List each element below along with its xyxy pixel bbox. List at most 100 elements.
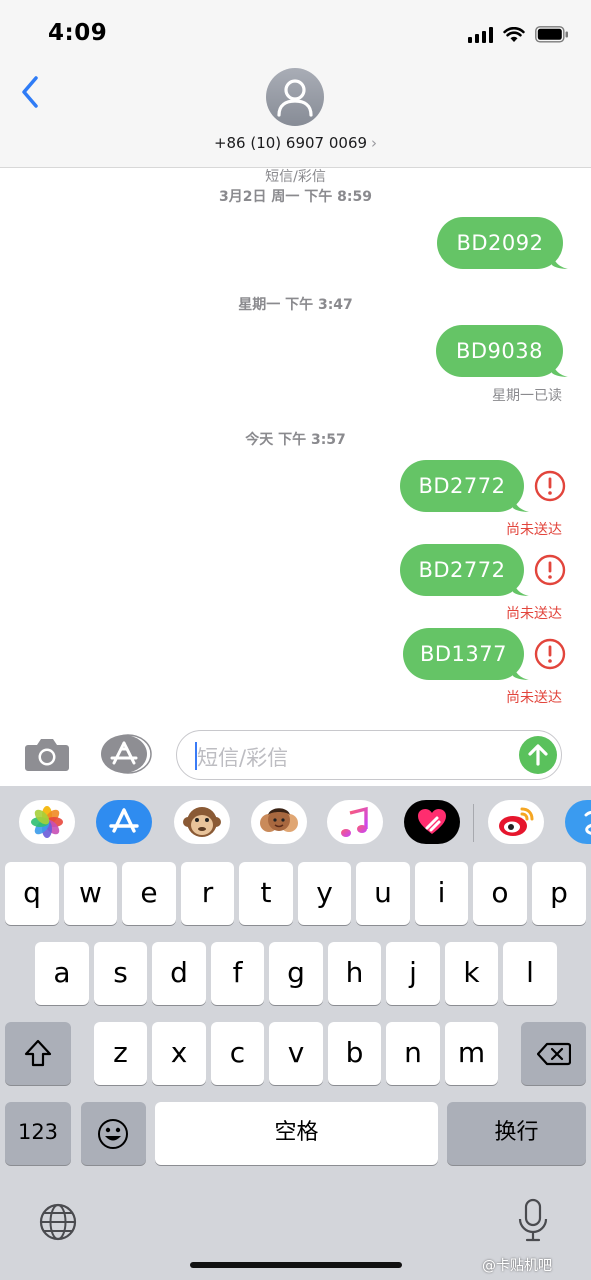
key-j[interactable]: j (386, 942, 440, 1005)
status-time: 4:09 (48, 20, 108, 46)
weibo-app-button[interactable] (488, 800, 544, 844)
appstore-app-icon (109, 808, 139, 833)
error-alert-icon[interactable] (534, 554, 566, 586)
key-g[interactable]: g (269, 942, 323, 1005)
message-input[interactable]: 短信/彩信 (176, 730, 562, 780)
message-bubble[interactable]: BD2772 (400, 544, 524, 596)
status-bar: 4:09 (0, 0, 591, 64)
compose-bar: 短信/彩信 (0, 720, 591, 786)
key-o[interactable]: o (473, 862, 527, 925)
appstore-icon (101, 734, 152, 774)
contact-name-button[interactable]: +86 (10) 6907 0069 › (0, 134, 591, 152)
dictation-button[interactable] (516, 1198, 550, 1244)
partial-app-icon (584, 811, 591, 835)
back-button[interactable] (14, 72, 46, 112)
memoji-button[interactable] (251, 800, 307, 844)
contact-number: +86 (10) 6907 0069 (213, 134, 368, 152)
camera-icon (25, 739, 69, 771)
key-c[interactable]: c (211, 1022, 264, 1085)
key-d[interactable]: d (152, 942, 206, 1005)
bubble-tail (513, 496, 529, 512)
key-e[interactable]: e (122, 862, 176, 925)
emoji-key[interactable] (81, 1102, 146, 1165)
error-alert-icon[interactable] (534, 470, 566, 502)
key-n[interactable]: n (386, 1022, 440, 1085)
key-x[interactable]: x (152, 1022, 206, 1085)
return-key[interactable]: 换行 (447, 1102, 586, 1165)
contact-avatar[interactable] (266, 68, 324, 126)
key-y[interactable]: y (298, 862, 351, 925)
photos-app-button[interactable] (19, 800, 75, 844)
send-arrow-icon (528, 744, 548, 766)
message-bubble[interactable]: BD2772 (400, 460, 524, 512)
appstore-app-button[interactable] (96, 800, 152, 844)
bubble-tail (552, 253, 568, 269)
microphone-icon (518, 1198, 548, 1242)
key-v[interactable]: v (269, 1022, 323, 1085)
battery-icon (535, 26, 568, 43)
bubble-tail (513, 580, 529, 596)
photos-app-icon (31, 806, 63, 838)
key-z[interactable]: z (94, 1022, 147, 1085)
globe-button[interactable] (38, 1202, 78, 1242)
key-i[interactable]: i (415, 862, 468, 925)
status-icons (468, 26, 569, 43)
message-bubble[interactable]: BD2092 (437, 217, 563, 269)
key-t[interactable]: t (239, 862, 293, 925)
key-p[interactable]: p (532, 862, 586, 925)
key-m[interactable]: m (445, 1022, 498, 1085)
avatar-person-icon (277, 79, 313, 117)
key-l[interactable]: l (503, 942, 557, 1005)
space-key[interactable]: 空格 (155, 1102, 438, 1165)
key-r[interactable]: r (181, 862, 234, 925)
key-q[interactable]: q (5, 862, 59, 925)
message-bubble[interactable]: BD1377 (403, 628, 524, 680)
timestamp: 今天 下午 3:57 (245, 432, 346, 448)
digital-touch-icon (418, 809, 446, 834)
animoji-monkey-icon (183, 807, 221, 837)
backspace-key[interactable] (521, 1022, 586, 1085)
numbers-key[interactable]: 123 (5, 1102, 71, 1165)
memoji-icon (260, 808, 298, 832)
read-receipt: 星期一已读 (492, 388, 562, 404)
animoji-button[interactable] (174, 800, 230, 844)
cellular-signal-icon (468, 26, 493, 43)
error-alert-icon[interactable] (534, 638, 566, 670)
shift-key[interactable] (5, 1022, 71, 1085)
music-app-button[interactable] (327, 800, 383, 844)
bubble-tail (552, 361, 568, 377)
timestamp: 3月2日 周一 下午 8:59 (219, 189, 372, 205)
watermark-text: @卡贴机吧 (482, 1258, 552, 1274)
send-button[interactable] (519, 736, 557, 774)
globe-icon (39, 1203, 77, 1241)
timestamp: 星期一 下午 3:47 (238, 297, 353, 313)
emoji-icon (98, 1119, 128, 1149)
back-chevron-icon (22, 76, 38, 108)
key-f[interactable]: f (211, 942, 264, 1005)
app-drawer (0, 786, 591, 860)
not-delivered-label: 尚未送达 (506, 522, 562, 538)
digital-touch-button[interactable] (404, 800, 460, 844)
not-delivered-label: 尚未送达 (506, 690, 562, 706)
key-u[interactable]: u (356, 862, 410, 925)
keyboard: q w e r t y u i o p a s d f g h j k l z … (0, 860, 591, 1280)
key-h[interactable]: h (328, 942, 381, 1005)
partial-app-button[interactable] (565, 800, 591, 844)
not-delivered-label: 尚未送达 (506, 606, 562, 622)
bubble-tail (513, 664, 529, 680)
key-b[interactable]: b (328, 1022, 381, 1085)
key-s[interactable]: s (94, 942, 147, 1005)
music-app-icon (341, 806, 368, 837)
shift-icon (24, 1039, 52, 1067)
camera-button[interactable] (24, 736, 70, 772)
conversation-label: 短信/彩信 (265, 169, 326, 185)
message-bubble[interactable]: BD9038 (436, 325, 563, 377)
key-k[interactable]: k (445, 942, 498, 1005)
appstore-button[interactable] (100, 734, 152, 774)
key-w[interactable]: w (64, 862, 117, 925)
wifi-icon (503, 26, 525, 42)
backspace-icon (537, 1042, 571, 1066)
home-indicator[interactable] (190, 1262, 402, 1268)
app-drawer-divider (473, 804, 474, 842)
key-a[interactable]: a (35, 942, 89, 1005)
